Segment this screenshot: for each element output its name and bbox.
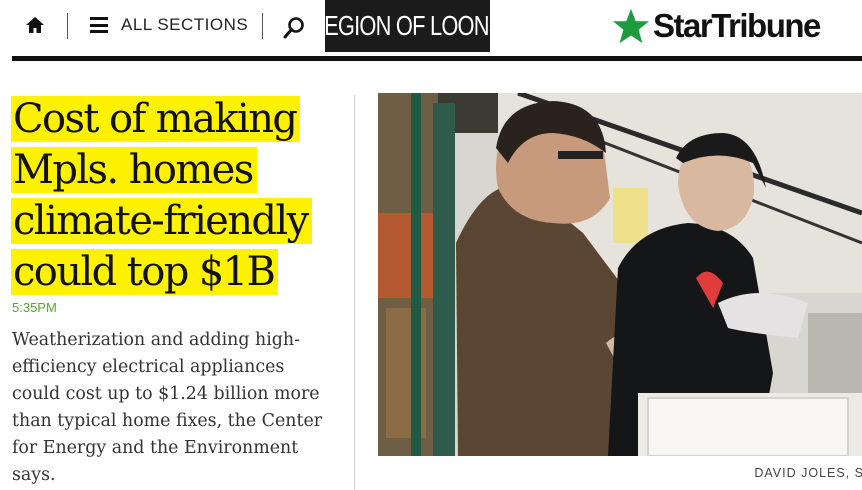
article-photo[interactable] bbox=[378, 93, 862, 456]
photo-credit: DAVID JOLES, S bbox=[754, 466, 862, 480]
search-icon[interactable] bbox=[281, 15, 307, 41]
star-icon bbox=[612, 8, 650, 44]
menu-icon[interactable] bbox=[90, 17, 108, 33]
all-sections-button[interactable]: ALL SECTIONS bbox=[121, 15, 248, 35]
header-rule bbox=[12, 56, 862, 61]
article-timestamp: 5:35PM bbox=[12, 300, 57, 315]
home-icon[interactable] bbox=[24, 14, 46, 36]
promo-label: LEGION OF LOONS bbox=[312, 10, 504, 41]
header-divider bbox=[262, 13, 263, 39]
site-header: ALL SECTIONS LEGION OF LOONS StarTribune bbox=[0, 0, 862, 56]
header-divider bbox=[67, 13, 68, 39]
headline-text[interactable]: Cost of making Mpls. homes climate-frien… bbox=[11, 96, 312, 295]
promo-banner[interactable]: LEGION OF LOONS bbox=[313, 0, 503, 52]
column-divider bbox=[354, 95, 355, 490]
logo-text: StarTribune bbox=[653, 7, 821, 44]
photo-caption bbox=[378, 484, 862, 490]
article-headline[interactable]: Cost of making Mpls. homes climate-frien… bbox=[11, 94, 346, 298]
article-summary: Weatherization and adding high-efficienc… bbox=[12, 330, 323, 485]
site-logo[interactable]: StarTribune bbox=[612, 6, 821, 46]
